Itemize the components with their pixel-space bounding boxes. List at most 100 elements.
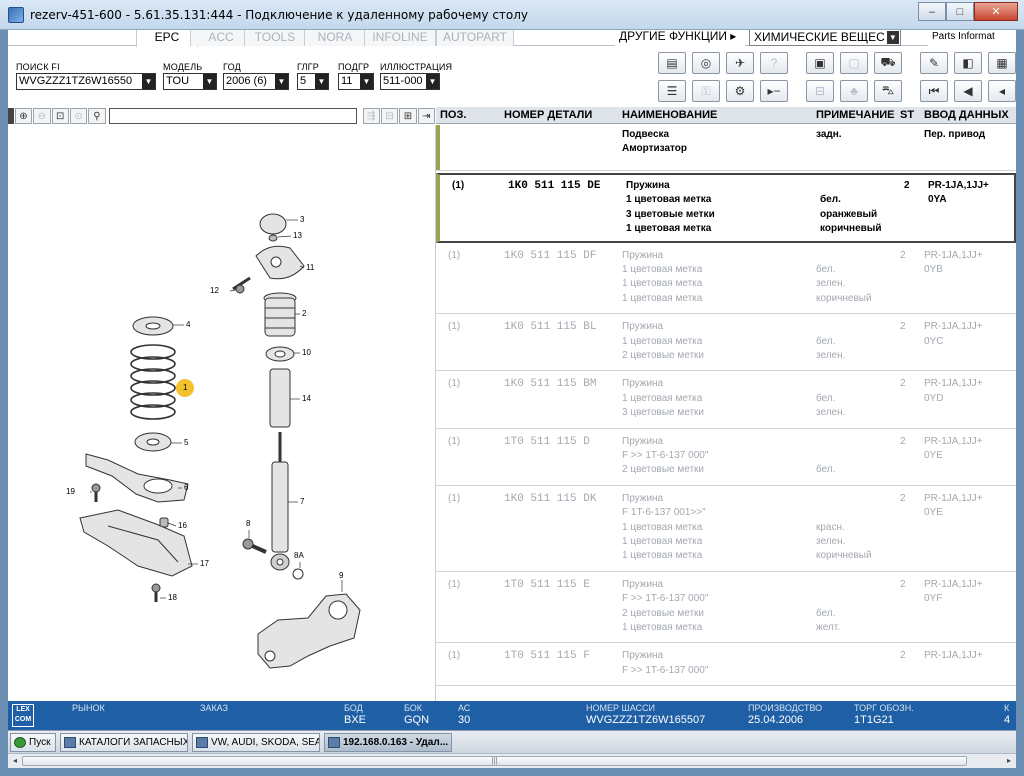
callout-18[interactable]: 18 [168,593,177,602]
model-select[interactable]: TOU ▼ [163,73,217,90]
split-icon[interactable]: ⊟ [380,108,399,124]
callout-16[interactable]: 16 [178,521,187,530]
maximize-button[interactable]: □ [946,2,974,21]
chevron-down-icon[interactable]: ▼ [360,74,373,89]
callout-9[interactable]: 9 [339,571,343,580]
vehicle-icon[interactable]: ⚙ [726,80,754,102]
callout-6[interactable]: 6 [184,483,188,492]
taskbar-item-remote[interactable]: 192.168.0.163 - Удал... [324,733,452,752]
first-page-icon[interactable]: ⏮ [920,80,948,102]
previous-page-icon[interactable]: ◀ [954,80,982,102]
illustration-select[interactable]: 511-000 ▼ [380,73,440,90]
callout-13[interactable]: 13 [293,231,302,240]
callout-19[interactable]: 19 [66,487,75,496]
header-note[interactable]: ПРИМЕЧАНИЕ [816,109,895,121]
zoom-region-icon[interactable]: ⊡ [51,108,69,124]
header-name[interactable]: НАИМЕНОВАНИЕ [622,109,717,121]
cart-upload-icon[interactable]: ⛟ [874,52,902,74]
taskbar-item-catalogs[interactable]: КАТАЛОГИ ЗАПАСНЫХ ... [60,733,188,752]
play-minus-icon[interactable]: ▸− [760,80,788,102]
window-scroll-thumb[interactable]: ||| [22,756,967,766]
key-icon[interactable]: ⚿ [692,80,720,102]
list-icon[interactable]: ☰ [658,80,686,102]
tab-epc[interactable]: EPC [136,30,198,47]
layout-icon[interactable]: ⊞ [399,108,417,124]
table-row[interactable]: (1) 1K0 511 115 DK Пружина F 1T-6-137 001>>… [436,486,1016,572]
compare-icon[interactable]: ⊟ [806,80,834,102]
callout-12[interactable]: 12 [210,286,219,295]
callout-4[interactable]: 4 [186,320,190,329]
callout-10[interactable]: 10 [302,348,311,357]
callout-14[interactable]: 14 [302,394,311,403]
header-input[interactable]: ВВОД ДАННЫХ [924,109,1009,121]
elsa-icon[interactable]: ▣ [806,52,834,74]
minimize-button[interactable]: – [918,2,946,21]
scroll-right-icon[interactable]: ▸ [1003,756,1015,766]
chevron-down-icon[interactable]: ▼ [142,74,155,89]
expand-arrow-icon[interactable]: ⇥ [417,108,436,124]
scroll-left-icon[interactable]: ◂ [9,756,21,766]
table-row[interactable]: (1) 1T0 511 115 F Пружина F >> 1T-6-137 000… [436,643,1016,687]
window-horizontal-scrollbar[interactable]: ◂ ||| ▸ [8,753,1016,768]
zoom-in-icon[interactable]: ⊕ [14,108,33,124]
chevron-down-icon[interactable]: ▼ [426,74,439,89]
tab-nora[interactable]: NORA [304,30,366,46]
table-row[interactable]: (1) 1T0 511 115 E Пружина F >> 1T-6-137 000… [436,572,1016,644]
callout-17[interactable]: 17 [200,559,209,568]
row-note-line: бел. [816,392,836,404]
table-row[interactable]: (1) 1K0 511 115 BL Пружина 1 цветовая метка… [436,314,1016,372]
header-pos[interactable]: ПОЗ. [440,109,466,121]
chevron-down-icon[interactable]: ▼ [315,74,328,89]
taskbar-item-vw-audi[interactable]: VW, AUDI, SKODA, SEAT [192,733,320,752]
callout-8a[interactable]: 8A [294,551,304,560]
pin-icon[interactable]: ✎ [920,52,948,74]
table-row[interactable]: (1) 1K0 511 115 DF Пружина 1 цветовая метка… [436,243,1016,315]
header-part-number[interactable]: НОМЕР ДЕТАЛИ [504,109,592,121]
callout-3[interactable]: 3 [300,215,304,224]
print-icon[interactable]: ▤ [658,52,686,74]
search-icon[interactable]: ⚲ [88,108,106,124]
callout-5[interactable]: 5 [184,438,188,447]
table-group-row[interactable]: Подвеска Амортизатор задн. Пер. привод [436,125,1016,171]
table-row[interactable]: (1) 1K0 511 115 BM Пружина 1 цветовая метка… [436,371,1016,429]
previous-icon[interactable]: ◂ [988,80,1016,102]
callout-8[interactable]: 8 [246,519,250,528]
help-icon[interactable]: ? [760,52,788,74]
depot-icon[interactable]: ▢ [840,52,868,74]
tools-icon[interactable]: ✈ [726,52,754,74]
chevron-down-icon[interactable]: ▼ [275,74,288,89]
callout-2[interactable]: 2 [302,309,306,318]
table-row[interactable]: (1) 1T0 511 115 D Пружина F >> 1T-6-137 000… [436,429,1016,486]
window-titlebar[interactable]: rezerv-451-600 - 5.61.35.131:444 - Подкл… [0,0,1024,30]
callout-11[interactable]: 11 [306,263,314,272]
table-row[interactable]: (1) 1K0 511 115 DE Пружина 1 цветовая метка… [436,173,1016,243]
tab-autopart[interactable]: AUTOPART [436,30,514,46]
tab-tools[interactable]: TOOLS [244,30,306,46]
chemicals-dropdown[interactable]: ХИМИЧЕСКИЕ ВЕЩЕС ▼ [749,30,901,46]
cart-icon[interactable]: ⛍ [874,80,902,102]
chevron-down-icon[interactable]: ▼ [203,74,216,89]
callout-1[interactable]: 1 [183,383,187,392]
vin-field[interactable]: WVGZZZ1TZ6W16550 ▼ [16,73,156,90]
tab-infoline[interactable]: INFOLINE [364,30,436,46]
graphics-search-input[interactable] [108,108,357,124]
start-button[interactable]: Пуск [10,733,56,752]
tree-icon[interactable]: ♣ [840,80,868,102]
parts-information-link[interactable]: Parts Informat [928,30,1016,46]
panel-grip[interactable] [8,108,14,124]
document-back-icon[interactable]: ◧ [954,52,982,74]
zoom-out-icon[interactable]: ⊖ [33,108,51,124]
tab-acc[interactable]: ACC [190,30,252,46]
zoom-fit-icon[interactable]: ⊙ [69,108,88,124]
other-functions-menu[interactable]: ДРУГИЕ ФУНКЦИИ ▸ [615,30,745,46]
main-group-select[interactable]: 5 ▼ [297,73,329,90]
sub-group-select[interactable]: 11 ▼ [338,73,374,90]
exploded-diagram[interactable]: 3 13 11 12 2 4 10 1 14 5 6 19 16 7 17 8 … [8,126,436,701]
callout-7[interactable]: 7 [300,497,304,506]
document-icon[interactable]: ▦ [988,52,1016,74]
close-button[interactable]: ✕ [974,2,1018,21]
disc-icon[interactable]: ◎ [692,52,720,74]
year-select[interactable]: 2006 (6) ▼ [223,73,289,90]
export-icon[interactable]: ⇶ [362,108,380,124]
header-st[interactable]: ST [900,109,914,121]
